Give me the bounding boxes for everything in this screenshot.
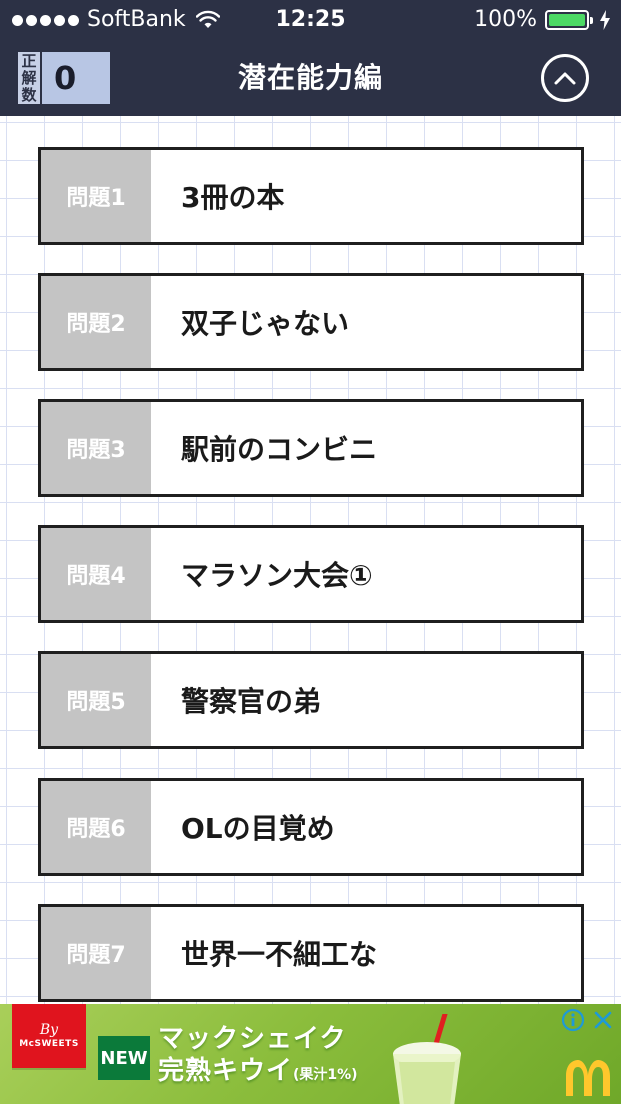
battery-fill: [549, 14, 585, 26]
battery-percent: 100%: [474, 7, 537, 32]
question-title: マラソン大会①: [181, 559, 373, 592]
ad-subline: 完熟キウイ(果汁1%): [158, 1056, 358, 1090]
ad-headline: マックシェイク: [158, 1024, 347, 1054]
ad-new-badge: NEW: [98, 1036, 150, 1080]
question-number: 問題1: [41, 150, 151, 242]
info-icon[interactable]: [561, 1008, 585, 1032]
question-number: 問題4: [41, 528, 151, 620]
question-title: 双子じゃない: [181, 307, 350, 340]
question-number: 問題7: [41, 907, 151, 999]
question-title: 3冊の本: [181, 181, 285, 214]
question-item-5[interactable]: 問題5 警察官の弟: [38, 651, 584, 749]
close-icon[interactable]: [591, 1008, 615, 1032]
question-item-1[interactable]: 問題1 3冊の本: [38, 147, 584, 245]
question-item-7[interactable]: 問題7 世界一不細工な: [38, 904, 584, 1002]
question-title: OLの目覚め: [181, 812, 335, 845]
question-number: 問題3: [41, 402, 151, 494]
question-number: 問題2: [41, 276, 151, 368]
battery-icon: [545, 10, 593, 30]
question-title: 世界一不細工な: [181, 938, 378, 971]
question-item-3[interactable]: 問題3 駅前のコンビニ: [38, 399, 584, 497]
question-number: 問題5: [41, 654, 151, 746]
nav-bar: 潜在能力編 正解数 0: [0, 40, 621, 116]
question-item-4[interactable]: 問題4 マラソン大会①: [38, 525, 584, 623]
charging-bolt-icon: [600, 10, 610, 30]
question-number: 問題6: [41, 781, 151, 873]
ad-logo-brand: McSWEETS: [19, 1039, 79, 1049]
ad-note: (果汁1%): [293, 1067, 358, 1083]
question-list-area[interactable]: 問題1 3冊の本 問題2 双子じゃない 問題3 駅前のコンビニ 問題4 マラソン…: [0, 116, 621, 1004]
ad-logo-by: By: [39, 1022, 59, 1038]
question-item-2[interactable]: 問題2 双子じゃない: [38, 273, 584, 371]
correct-count-box: 正解数 0: [18, 52, 110, 104]
ad-banner[interactable]: By McSWEETS NEW マックシェイク 完熟キウイ(果汁1%): [0, 1004, 621, 1104]
mcdonalds-logo-icon: [566, 1060, 610, 1096]
ad-brand-logo: By McSWEETS: [12, 1004, 86, 1068]
correct-count-value: 0: [42, 52, 110, 104]
question-title: 警察官の弟: [181, 685, 322, 718]
status-bar: SoftBank 12:25 100%: [0, 0, 621, 40]
chevron-up-icon: [554, 72, 576, 85]
app-header: SoftBank 12:25 100% 潜在能力編 正解数 0: [0, 0, 621, 116]
scroll-up-button[interactable]: [541, 54, 589, 102]
correct-count-label: 正解数: [18, 52, 40, 104]
status-right: 100%: [474, 8, 611, 32]
ad-product-name: 完熟キウイ: [158, 1056, 294, 1086]
question-item-6[interactable]: 問題6 OLの目覚め: [38, 778, 584, 876]
milkshake-cup-icon: [393, 1014, 461, 1104]
question-title: 駅前のコンビニ: [181, 433, 378, 466]
